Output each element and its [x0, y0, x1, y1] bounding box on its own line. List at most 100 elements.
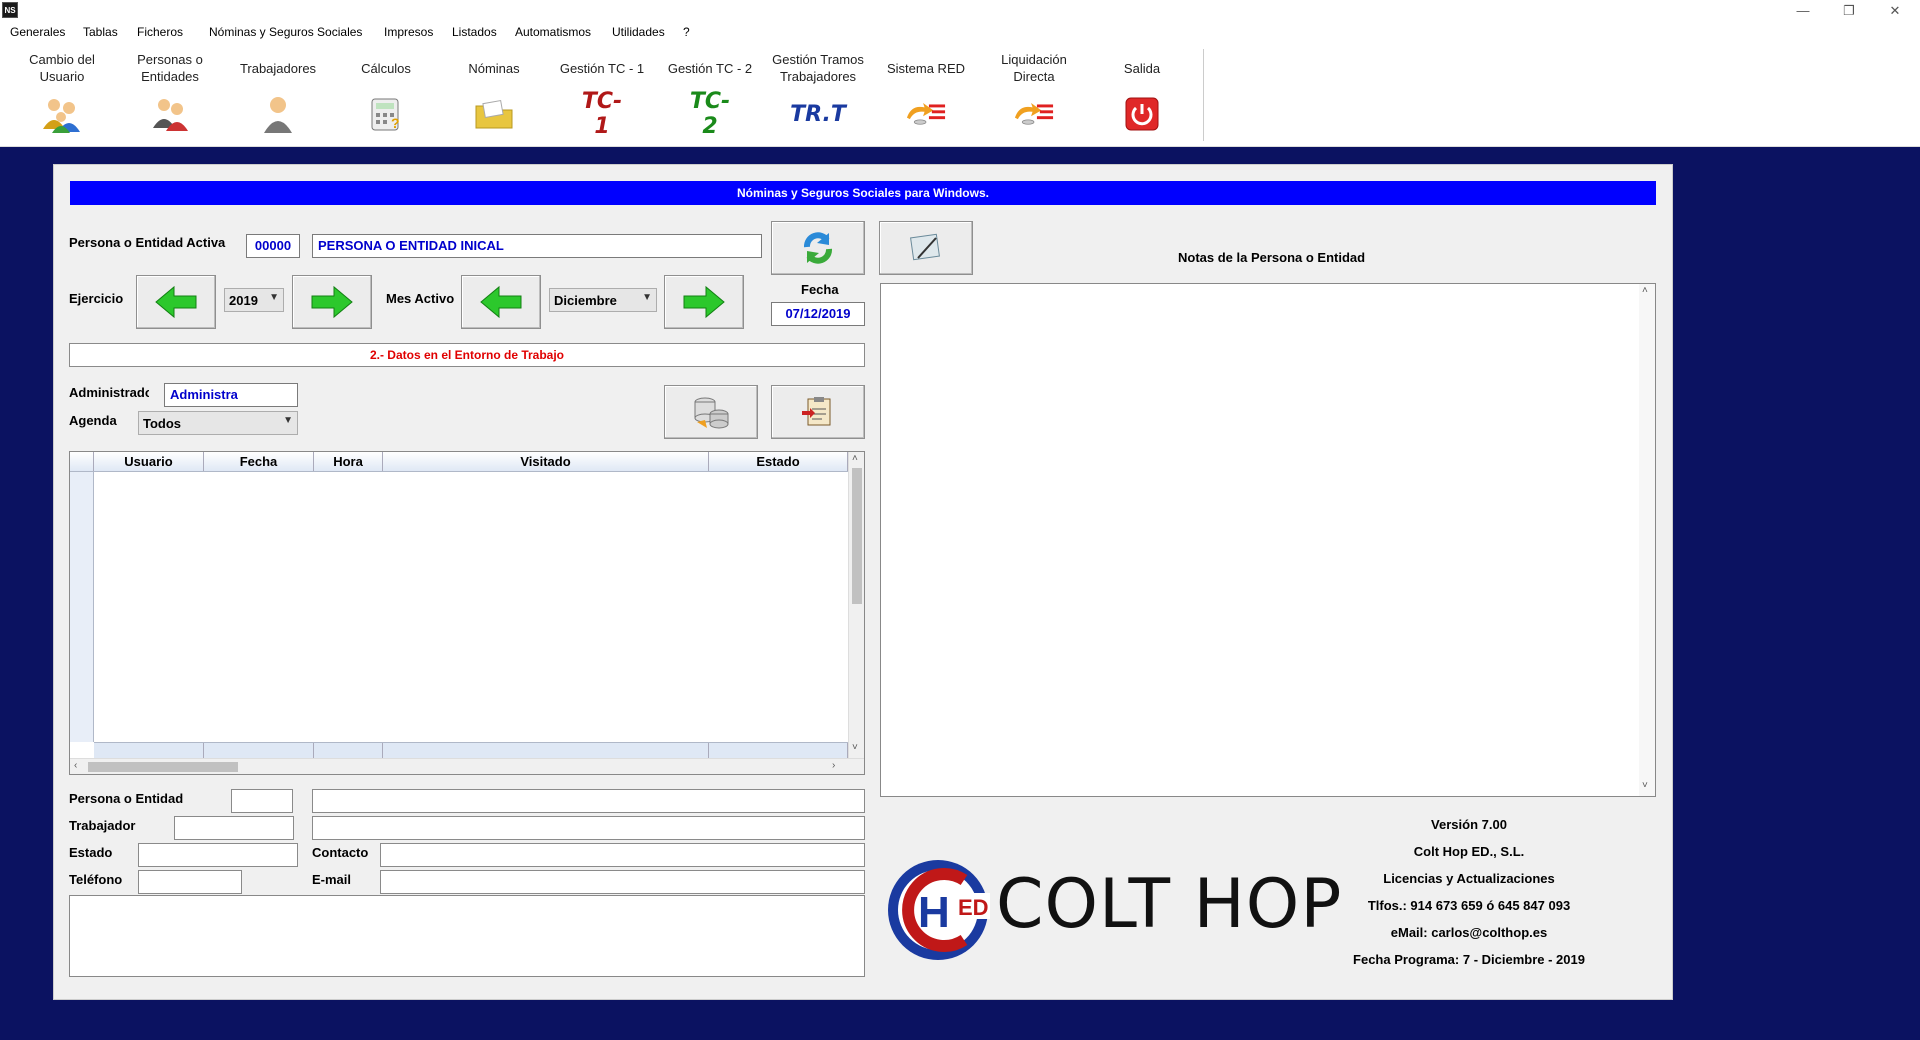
info-company: Colt Hop ED., S.L. — [1413, 844, 1525, 859]
calculator-icon: ? — [364, 95, 408, 133]
scroll-right-icon[interactable]: › — [832, 760, 835, 771]
toolbar-separator — [1203, 49, 1204, 141]
close-button[interactable]: ✕ — [1872, 0, 1918, 21]
toolbar-sistema-red-button[interactable]: Sistema RED — [872, 51, 980, 141]
title-bar: NS — ❐ ✕ — [0, 0, 1920, 21]
scroll-left-icon[interactable]: ‹ — [74, 760, 77, 771]
mes-value: Diciembre — [554, 293, 617, 308]
menu-impresos[interactable]: Impresos — [384, 25, 433, 39]
ejercicio-select[interactable]: 2019 ▼ — [224, 288, 284, 312]
users-icon — [40, 95, 84, 133]
detail-estado-field[interactable] — [138, 843, 298, 867]
mes-select[interactable]: Diciembre ▼ — [549, 288, 657, 312]
notes-edit-button[interactable] — [879, 221, 973, 275]
detail-telefono-field[interactable] — [138, 870, 242, 894]
arrow-left-icon — [155, 285, 197, 319]
agenda-grid[interactable]: Usuario Fecha Hora Visitado Estado ˄ ˅ ‹… — [69, 451, 865, 775]
toolbar-label: Salida — [1123, 60, 1161, 76]
toolbar: Cambio del Usuario Personas o Entidades … — [0, 43, 1920, 147]
scrollbar-thumb[interactable] — [852, 468, 862, 604]
clipboard-button[interactable] — [771, 385, 865, 439]
scroll-up-icon[interactable]: ˄ — [852, 453, 858, 464]
chevron-down-icon: ▼ — [642, 292, 652, 303]
toolbar-tc2-button[interactable]: Gestión TC - 2 TC-2 — [656, 51, 764, 141]
grid-col-visitado[interactable]: Visitado — [383, 452, 709, 471]
toolbar-trabajadores-button[interactable]: Trabajadores — [224, 51, 332, 141]
mes-next-button[interactable] — [664, 275, 744, 329]
grid-horizontal-scrollbar[interactable]: ‹ › — [70, 758, 864, 774]
toolbar-nominas-button[interactable]: Nóminas — [440, 51, 548, 141]
toolbar-label: Liquidación Directa — [1001, 52, 1067, 84]
entities-icon — [148, 95, 192, 133]
detail-persona-code-field[interactable] — [231, 789, 293, 813]
scroll-down-icon[interactable]: ˅ — [1642, 780, 1648, 791]
entorno-label: 2.- Datos en el Entorno de Trabajo — [69, 343, 865, 367]
toolbar-label: Sistema RED — [886, 60, 966, 76]
grid-col-estado[interactable]: Estado — [709, 452, 848, 471]
toolbar-cambio-usuario-button[interactable]: Cambio del Usuario — [8, 51, 116, 141]
menu-nominas[interactable]: Nóminas y Seguros Sociales — [209, 25, 362, 39]
logo-ed: ED — [958, 895, 989, 920]
detail-trabajador-label: Trabajador — [69, 818, 136, 833]
detail-observaciones-textarea[interactable] — [69, 895, 865, 977]
persona-code-field[interactable]: 00000 — [246, 234, 300, 258]
toolbar-label: Cálculos — [361, 60, 411, 76]
toolbar-personas-button[interactable]: Personas o Entidades — [116, 51, 224, 141]
mes-label: Mes Activo — [386, 291, 455, 306]
detail-contacto-field[interactable] — [380, 843, 865, 867]
toolbar-calculos-button[interactable]: Cálculos ? — [332, 51, 440, 141]
grid-col-fecha[interactable]: Fecha — [204, 452, 314, 471]
notes-textarea[interactable]: ˄ ˅ — [880, 283, 1656, 797]
menu-tablas[interactable]: Tablas — [83, 25, 118, 39]
arrow-left-icon — [480, 285, 522, 319]
grid-header-corner — [70, 452, 94, 471]
fecha-field[interactable]: 07/12/2019 — [771, 302, 865, 326]
scrollbar-thumb[interactable] — [88, 762, 238, 772]
administrador-field[interactable]: Administra — [164, 383, 298, 407]
grid-col-hora[interactable]: Hora — [314, 452, 383, 471]
menu-ficheros[interactable]: Ficheros — [137, 25, 183, 39]
app-icon: NS — [2, 2, 18, 18]
scroll-down-icon[interactable]: ˅ — [852, 742, 858, 753]
chevron-down-icon: ▼ — [269, 292, 279, 303]
detail-persona-label: Persona o Entidad — [69, 791, 184, 806]
toolbar-liquidacion-button[interactable]: Liquidación Directa — [980, 51, 1088, 141]
toolbar-label: Gestión Tramos Trabajadores — [772, 52, 864, 84]
detail-trabajador-name-field[interactable] — [312, 816, 865, 840]
agenda-select[interactable]: Todos ▼ — [138, 411, 298, 435]
toolbar-salida-button[interactable]: Salida — [1088, 51, 1196, 141]
menu-utilidades[interactable]: Utilidades — [612, 25, 665, 39]
menu-listados[interactable]: Listados — [452, 25, 497, 39]
grid-vertical-scrollbar[interactable]: ˄ ˅ — [848, 452, 864, 758]
menu-automatismos[interactable]: Automatismos — [515, 25, 591, 39]
notes-scrollbar[interactable]: ˄ ˅ — [1639, 284, 1655, 796]
ejercicio-next-button[interactable] — [292, 275, 372, 329]
persona-activa-label: Persona o Entidad Activa — [69, 235, 226, 250]
scroll-up-icon[interactable]: ˄ — [1642, 285, 1648, 296]
toolbar-tramos-button[interactable]: Gestión Tramos Trabajadores TR.T — [764, 51, 872, 141]
database-button[interactable] — [664, 385, 758, 439]
grid-col-usuario[interactable]: Usuario — [94, 452, 204, 471]
agenda-label: Agenda — [69, 413, 117, 428]
detail-trabajador-code-field[interactable] — [174, 816, 294, 840]
refresh-button[interactable] — [771, 221, 865, 275]
notes-title: Notas de la Persona o Entidad — [1178, 250, 1366, 265]
menu-help[interactable]: ? — [683, 25, 690, 39]
arrow-right-icon — [683, 285, 725, 319]
detail-persona-name-field[interactable] — [312, 789, 865, 813]
mes-prev-button[interactable] — [461, 275, 541, 329]
ejercicio-prev-button[interactable] — [136, 275, 216, 329]
worker-icon — [256, 95, 300, 133]
power-icon — [1120, 95, 1164, 133]
minimize-button[interactable]: — — [1780, 0, 1826, 21]
banner-title: Nóminas y Seguros Sociales para Windows. — [70, 181, 1656, 205]
menu-generales[interactable]: Generales — [10, 25, 65, 39]
grid-header: Usuario Fecha Hora Visitado Estado — [70, 452, 850, 472]
toolbar-label: Personas o Entidades — [137, 52, 203, 84]
info-email: eMail: carlos@colthop.es — [1390, 925, 1548, 940]
restore-button[interactable]: ❐ — [1826, 0, 1872, 21]
toolbar-label: Nóminas — [468, 60, 520, 76]
detail-email-field[interactable] — [380, 870, 865, 894]
persona-name-field[interactable]: PERSONA O ENTIDAD INICAL — [312, 234, 762, 258]
toolbar-tc1-button[interactable]: Gestión TC - 1 TC-1 — [548, 51, 656, 141]
